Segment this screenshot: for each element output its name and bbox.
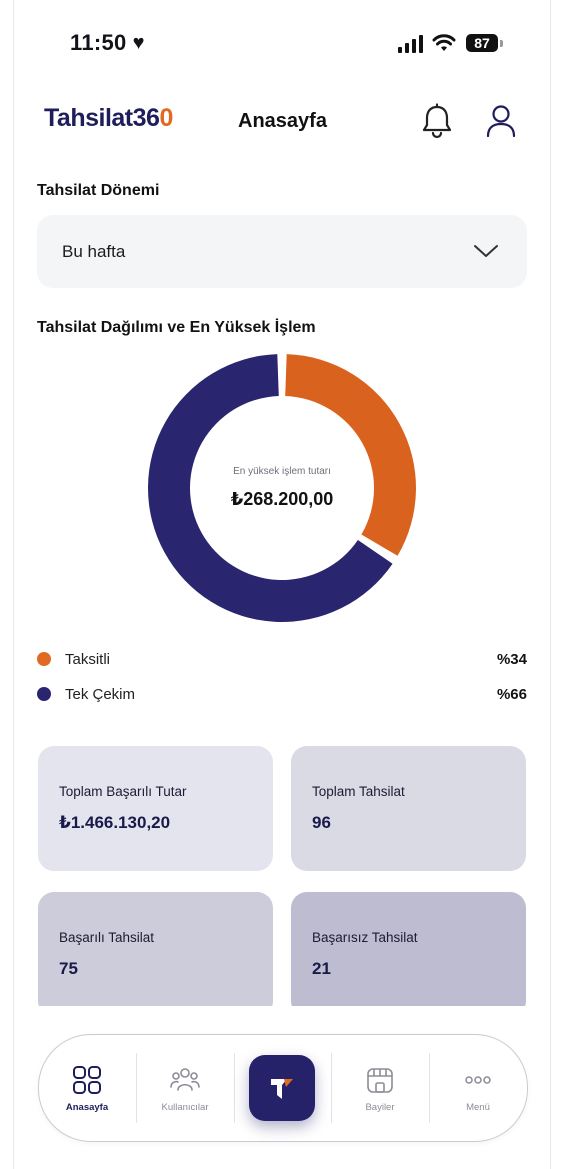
legend-item-taksitli: Taksitli %34: [37, 647, 527, 671]
stat-card-successful[interactable]: Başarılı Tahsilat 75: [38, 892, 273, 1017]
donut-center-value: ₺268.200,00: [230, 489, 334, 509]
stat-card-value: 96: [312, 813, 331, 832]
legend-label: Taksitli: [65, 650, 111, 668]
legend-item-tek-cekim: Tek Çekim %66: [37, 682, 527, 706]
period-selected-value: Bu hafta: [62, 242, 126, 261]
nav-label: Menü: [466, 1102, 490, 1113]
frame-edge-right: [550, 0, 551, 1169]
users-icon: [170, 1068, 200, 1091]
bell-icon[interactable]: [420, 103, 454, 139]
nav-item-home[interactable]: Anasayfa: [39, 1035, 135, 1141]
logo-accent: 0: [159, 104, 173, 132]
status-time: 11:50 ♥: [70, 30, 145, 56]
stat-card-title: Başarısız Tahsilat: [312, 930, 418, 945]
nav-item-users[interactable]: Kullanıcılar: [137, 1035, 233, 1141]
donut-slice-taksitli: [285, 354, 416, 556]
logo-text: Tahsilat36: [44, 104, 160, 132]
period-select[interactable]: Bu hafta: [37, 215, 527, 288]
period-label: Tahsilat Dönemi: [37, 182, 160, 199]
stat-card-title: Toplam Tahsilat: [312, 784, 405, 799]
grid-icon: [73, 1066, 101, 1094]
nav-label: Bayiler: [365, 1102, 395, 1113]
stat-card-total-collection[interactable]: Toplam Tahsilat 96: [291, 746, 526, 871]
heart-icon: ♥: [132, 32, 145, 54]
battery-tip: [500, 40, 503, 47]
legend-dot-taksitli: [37, 652, 51, 666]
more-icon: [465, 1076, 491, 1084]
battery-icon: 87: [466, 34, 498, 52]
legend-percent: %34: [496, 650, 527, 668]
donut-center-caption: En yüksek işlem tutarı: [233, 466, 331, 477]
user-profile-icon[interactable]: [484, 103, 518, 139]
status-bar: 11:50 ♥ 87: [0, 0, 564, 90]
legend-label: Tek Çekim: [65, 685, 136, 703]
stat-card-value: ₺1.466.130,20: [59, 813, 171, 832]
store-icon: [367, 1068, 393, 1093]
status-time-text: 11:50: [70, 30, 127, 55]
stat-card-value: 21: [312, 959, 331, 978]
battery-level: 87: [474, 35, 490, 51]
nav-divider: [234, 1053, 235, 1123]
legend-dot-tek-cekim: [37, 687, 51, 701]
app-logo[interactable]: Tahsilat36 0: [44, 104, 173, 133]
stat-card-title: Toplam Başarılı Tutar: [59, 784, 187, 799]
bottom-navigation: Anasayfa Kullanıcılar Bayiler Menü: [38, 1034, 528, 1142]
stat-card-value: 75: [59, 959, 78, 978]
nav-item-dealers[interactable]: Bayiler: [332, 1035, 428, 1141]
nav-item-menu[interactable]: Menü: [430, 1035, 526, 1141]
frame-edge-left: [13, 0, 14, 1169]
stat-card-total-amount[interactable]: Toplam Başarılı Tutar ₺1.466.130,20: [38, 746, 273, 871]
wifi-icon: [432, 34, 456, 51]
center-action-button[interactable]: [249, 1055, 315, 1121]
legend-percent: %66: [496, 685, 527, 703]
cellular-signal-icon: [398, 35, 423, 53]
stat-card-failed[interactable]: Başarısız Tahsilat 21: [291, 892, 526, 1017]
distribution-title: Tahsilat Dağılımı ve En Yüksek İşlem: [37, 319, 316, 336]
page-title: Anasayfa: [238, 110, 327, 132]
chevron-down-icon: [474, 245, 498, 257]
stat-card-title: Başarılı Tahsilat: [59, 930, 155, 945]
nav-label: Anasayfa: [65, 1102, 109, 1113]
nav-label: Kullanıcılar: [161, 1102, 209, 1113]
app-logo-icon: [271, 1079, 293, 1099]
distribution-donut-chart: [148, 354, 416, 622]
